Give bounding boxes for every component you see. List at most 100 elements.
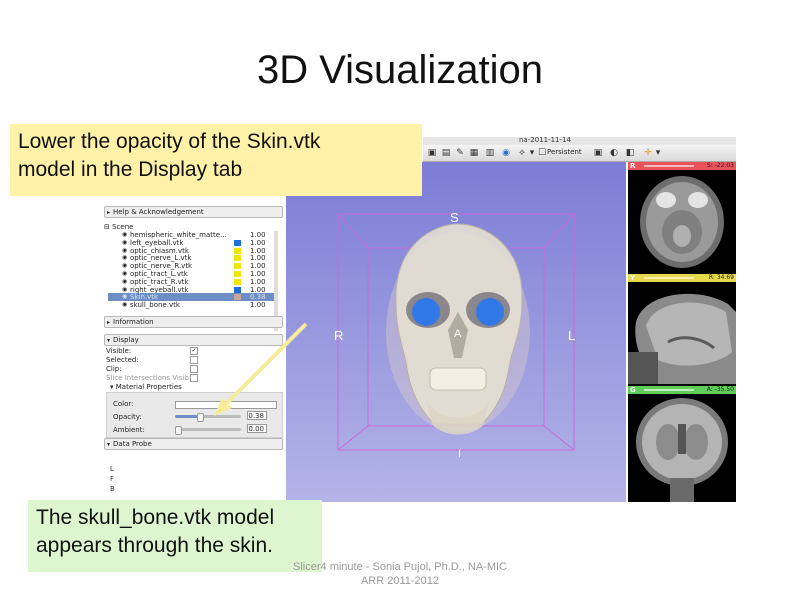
model-name: Skin.vtk	[130, 293, 159, 302]
footer-line: Slicer4 minute - Sonia Pujol, Ph.D., NA-…	[293, 561, 507, 573]
eye-visibility-icon[interactable]: ◉	[122, 247, 127, 255]
window-titlebar: na-2011-11-14	[423, 136, 736, 145]
slice-letter: R	[630, 162, 636, 170]
sagittal-slice-view[interactable]: Y R: 34.69	[628, 274, 736, 384]
window-icon[interactable]: ▣	[427, 148, 437, 158]
slice-offset-slider[interactable]	[644, 277, 694, 279]
help-section-header[interactable]: ▸ Help & Acknowledgement	[104, 206, 283, 218]
model-color-swatch[interactable]	[234, 270, 241, 277]
mouse-mode-icon[interactable]: ◉	[501, 148, 511, 158]
ambient-slider[interactable]	[175, 426, 241, 435]
model-name: optic_chiasm.vtk	[130, 246, 189, 255]
opacity-spinbox[interactable]: 0.38	[247, 411, 267, 420]
ambient-spinbox[interactable]: 0.00	[247, 424, 267, 433]
crosshair-toggle-icon[interactable]: ✛	[643, 148, 653, 158]
slice-offset-value: A: -35.50	[706, 386, 734, 393]
model-name: optic_tract_R.vtk	[130, 277, 189, 286]
scene-model-row[interactable]: ◉ right_eyeball.vtk 1.00	[108, 286, 276, 294]
scene-model-row[interactable]: ◉ optic_tract_L.vtk 1.00	[108, 270, 276, 278]
slice-controller-bar[interactable]: G A: -35.50	[628, 386, 736, 394]
model-color-swatch[interactable]	[234, 286, 241, 293]
display-section-header[interactable]: ▾ Display	[104, 334, 283, 346]
persistent-checkbox[interactable]: ☐	[537, 148, 547, 158]
model-color-swatch[interactable]	[234, 247, 241, 254]
selected-checkbox[interactable]	[190, 356, 198, 364]
slice-letter: Y	[630, 274, 636, 282]
camera-icon[interactable]: ◐	[609, 148, 619, 158]
model-color-swatch[interactable]	[234, 294, 241, 301]
model-color-swatch[interactable]	[234, 232, 241, 238]
scene-model-row[interactable]: ◉ optic_nerve_R.vtk 1.00	[108, 262, 276, 270]
scene-model-row[interactable]: ◉ optic_chiasm.vtk 1.00	[108, 247, 276, 255]
model-name: skull_bone.vtk	[130, 301, 180, 310]
clip-label: Clip:	[106, 365, 122, 373]
axis-label-anterior: A	[454, 328, 462, 340]
eye-visibility-icon[interactable]: ◉	[122, 293, 127, 301]
eye-visibility-icon[interactable]: ◉	[122, 286, 127, 294]
scene-model-row[interactable]: ◉ optic_nerve_L.vtk 1.00	[108, 254, 276, 262]
collapse-icon: ⊟	[104, 223, 113, 231]
axis-label-superior: S	[450, 210, 459, 225]
scene-model-row[interactable]: ◉ left_eyeball.vtk 1.00	[108, 239, 276, 247]
visible-checkbox[interactable]: ✓	[190, 347, 198, 355]
chevron-down-icon[interactable]: ▾	[653, 148, 663, 158]
callout-line: Lower the opacity of the Skin.vtk	[18, 130, 321, 153]
axis-label-left: L	[568, 328, 576, 343]
coronal-mri-image	[636, 398, 728, 502]
slice-controller-bar[interactable]: R S: -22.03	[628, 162, 736, 170]
slice-controller-bar[interactable]: Y R: 34.69	[628, 274, 736, 282]
eye-visibility-icon[interactable]: ◉	[122, 278, 127, 286]
eye-visibility-icon[interactable]: ◉	[122, 270, 127, 278]
model-color-swatch[interactable]	[234, 255, 241, 262]
material-properties-header[interactable]: ▾ Material Properties	[110, 383, 182, 391]
data-probe-section-header[interactable]: ▾ Data Probe	[104, 438, 283, 450]
slide-title: 3D Visualization	[256, 48, 544, 92]
slice-intersections-checkbox[interactable]	[190, 374, 198, 382]
model-color-swatch[interactable]	[234, 239, 241, 246]
eye-visibility-icon[interactable]: ◉	[122, 239, 127, 247]
chart-icon[interactable]: ▦	[469, 148, 479, 158]
color-swatch-button[interactable]	[175, 401, 277, 409]
scene-view-icon[interactable]: ◧	[625, 148, 635, 158]
coronal-slice-view[interactable]: G A: -35.50	[628, 386, 736, 502]
scene-section-header[interactable]: ⊟ Scene	[104, 223, 133, 231]
eye-visibility-icon[interactable]: ◉	[122, 231, 127, 239]
sagittal-mri-image	[628, 293, 736, 384]
callout-line: appears through the skin.	[36, 534, 273, 557]
model-opacity-value: 1.00	[250, 238, 266, 247]
clip-checkbox[interactable]	[190, 365, 198, 373]
model-opacity-value: 1.00	[250, 301, 266, 310]
slide-footer: Slicer4 minute - Sonia Pujol, Ph.D., NA-…	[260, 560, 540, 588]
crosshair-icon[interactable]: ⟡	[517, 148, 527, 158]
ambient-slider-handle[interactable]	[175, 426, 182, 435]
3d-view[interactable]: S R L A I	[286, 162, 626, 502]
scene-model-row[interactable]: ◉ Skin.vtk 0.38	[108, 293, 276, 301]
screenshot-icon[interactable]: ▣	[593, 148, 603, 158]
eye-visibility-icon[interactable]: ◉	[122, 301, 127, 309]
information-section-header[interactable]: ▸ Information	[104, 316, 283, 328]
model-color-swatch[interactable]	[234, 278, 241, 285]
model-color-swatch[interactable]	[234, 302, 241, 308]
axial-slice-view[interactable]: R S: -22.03	[628, 162, 736, 272]
model-name: optic_nerve_L.vtk	[130, 254, 192, 263]
edit-icon[interactable]: ✎	[455, 148, 465, 158]
callout-line: model in the Display tab	[18, 158, 243, 181]
scene-model-row[interactable]: ◉ skull_bone.vtk 1.00	[108, 301, 276, 309]
save-icon[interactable]: ▤	[441, 148, 451, 158]
model-opacity-value: 1.00	[250, 277, 266, 286]
scene-model-list[interactable]: ◉ hemispheric_white_matte... 1.00 ◉ left_eye…	[108, 231, 276, 309]
opacity-slider[interactable]	[175, 413, 241, 422]
model-color-swatch[interactable]	[234, 263, 241, 270]
eye-visibility-icon[interactable]: ◉	[122, 262, 127, 270]
scene-model-row[interactable]: ◉ hemispheric_white_matte... 1.00	[108, 231, 276, 239]
visible-label: Visible:	[106, 347, 132, 355]
layout-icon[interactable]: ▥	[485, 148, 495, 158]
scene-model-row[interactable]: ◉ optic_tract_R.vtk 1.00	[108, 278, 276, 286]
selected-label: Selected:	[106, 356, 139, 364]
slice-offset-slider[interactable]	[644, 389, 694, 391]
slice-offset-slider[interactable]	[644, 165, 694, 167]
opacity-slider-handle[interactable]	[197, 413, 205, 422]
slice-intersections-label: Slice Intersections Visib	[106, 374, 189, 382]
eye-visibility-icon[interactable]: ◉	[122, 254, 127, 262]
chevron-down-icon[interactable]: ▾	[527, 148, 537, 158]
